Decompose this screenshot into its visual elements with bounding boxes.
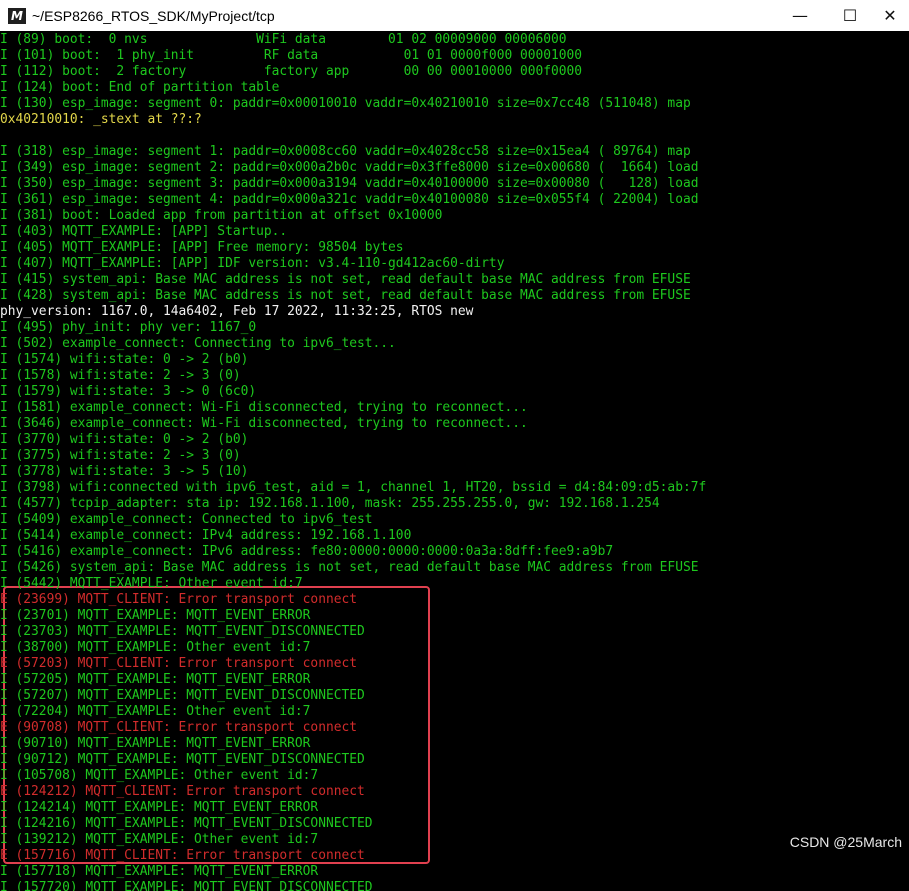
terminal-line: I (3775) wifi:state: 2 -> 3 (0) [0, 448, 241, 463]
terminal-output[interactable]: I (89) boot: 0 nvs WiFi data 01 02 00009… [0, 31, 909, 891]
terminal-line: I (1579) wifi:state: 3 -> 0 (6c0) [0, 384, 257, 399]
terminal-line: I (89) boot: 0 nvs WiFi data 01 02 00009… [0, 32, 567, 47]
terminal-line: I (57205) MQTT_EXAMPLE: MQTT_EVENT_ERROR [0, 672, 311, 687]
terminal-line: I (381) boot: Loaded app from partition … [0, 208, 443, 223]
app-logo-icon: M [8, 7, 26, 24]
terminal-line: I (318) esp_image: segment 1: paddr=0x00… [0, 144, 691, 159]
terminal-line: I (1581) example_connect: Wi-Fi disconne… [0, 400, 528, 415]
terminal-line: I (428) system_api: Base MAC address is … [0, 288, 691, 303]
terminal-line: I (3646) example_connect: Wi-Fi disconne… [0, 416, 528, 431]
terminal-line: I (1578) wifi:state: 2 -> 3 (0) [0, 368, 241, 383]
terminal-line: I (5409) example_connect: Connected to i… [0, 512, 373, 527]
terminal-line: I (5442) MQTT_EXAMPLE: Other event id:7 [0, 576, 303, 591]
terminal-line: I (112) boot: 2 factory factory app 00 0… [0, 64, 583, 79]
terminal-line: phy_version: 1167.0, 14a6402, Feb 17 202… [0, 304, 474, 319]
terminal-line: I (38700) MQTT_EXAMPLE: Other event id:7 [0, 640, 311, 655]
terminal-line: I (349) esp_image: segment 2: paddr=0x00… [0, 160, 699, 175]
terminal-line: I (23701) MQTT_EXAMPLE: MQTT_EVENT_ERROR [0, 608, 311, 623]
minimize-button[interactable]: — [777, 0, 823, 31]
window-title: ~/ESP8266_RTOS_SDK/MyProject/tcp [32, 7, 275, 24]
terminal-line: I (403) MQTT_EXAMPLE: [APP] Startup.. [0, 224, 288, 239]
terminal-line: I (5416) example_connect: IPv6 address: … [0, 544, 614, 559]
terminal-line: I (90712) MQTT_EXAMPLE: MQTT_EVENT_DISCO… [0, 752, 365, 767]
terminal-line: 0x40210010: _stext at ??:? [0, 112, 202, 127]
terminal-line: I (5426) system_api: Base MAC address is… [0, 560, 699, 575]
terminal-line: I (3770) wifi:state: 0 -> 2 (b0) [0, 432, 249, 447]
window-titlebar[interactable]: M ~/ESP8266_RTOS_SDK/MyProject/tcp — ☐ ✕ [0, 0, 909, 31]
terminal-line: I (502) example_connect: Connecting to i… [0, 336, 396, 351]
terminal-line: I (350) esp_image: segment 3: paddr=0x00… [0, 176, 699, 191]
terminal-line: I (3798) wifi:connected with ipv6_test, … [0, 480, 707, 495]
terminal-line: I (4577) tcpip_adapter: sta ip: 192.168.… [0, 496, 660, 511]
terminal-line: E (90708) MQTT_CLIENT: Error transport c… [0, 720, 357, 735]
terminal-line: I (72204) MQTT_EXAMPLE: Other event id:7 [0, 704, 311, 719]
terminal-line: I (1574) wifi:state: 0 -> 2 (b0) [0, 352, 249, 367]
terminal-line: I (23703) MQTT_EXAMPLE: MQTT_EVENT_DISCO… [0, 624, 365, 639]
terminal-line: I (157720) MQTT_EXAMPLE: MQTT_EVENT_DISC… [0, 880, 373, 891]
terminal-line: I (3778) wifi:state: 3 -> 5 (10) [0, 464, 249, 479]
terminal-line: I (124216) MQTT_EXAMPLE: MQTT_EVENT_DISC… [0, 816, 373, 831]
terminal-line: E (157716) MQTT_CLIENT: Error transport … [0, 848, 365, 863]
terminal-line: I (415) system_api: Base MAC address is … [0, 272, 691, 287]
watermark: CSDN @25March [789, 834, 902, 850]
terminal-line: I (124) boot: End of partition table [0, 80, 280, 95]
terminal-line: I (405) MQTT_EXAMPLE: [APP] Free memory:… [0, 240, 404, 255]
terminal-line: I (361) esp_image: segment 4: paddr=0x00… [0, 192, 699, 207]
terminal-line: I (139212) MQTT_EXAMPLE: Other event id:… [0, 832, 319, 847]
terminal-line: I (124214) MQTT_EXAMPLE: MQTT_EVENT_ERRO… [0, 800, 319, 815]
terminal-line: I (495) phy_init: phy ver: 1167_0 [0, 320, 257, 335]
terminal-line: I (407) MQTT_EXAMPLE: [APP] IDF version:… [0, 256, 505, 271]
terminal-line: E (57203) MQTT_CLIENT: Error transport c… [0, 656, 357, 671]
terminal-line: I (5414) example_connect: IPv4 address: … [0, 528, 412, 543]
terminal-line: I (101) boot: 1 phy_init RF data 01 01 0… [0, 48, 583, 63]
terminal-line: I (130) esp_image: segment 0: paddr=0x00… [0, 96, 691, 111]
close-button[interactable]: ✕ [867, 0, 909, 31]
terminal-line: E (124212) MQTT_CLIENT: Error transport … [0, 784, 365, 799]
terminal-line: I (90710) MQTT_EXAMPLE: MQTT_EVENT_ERROR [0, 736, 311, 751]
terminal-line: I (157718) MQTT_EXAMPLE: MQTT_EVENT_ERRO… [0, 864, 319, 879]
terminal-line: E (23699) MQTT_CLIENT: Error transport c… [0, 592, 357, 607]
terminal-line: I (105708) MQTT_EXAMPLE: Other event id:… [0, 768, 319, 783]
terminal-line: I (57207) MQTT_EXAMPLE: MQTT_EVENT_DISCO… [0, 688, 365, 703]
